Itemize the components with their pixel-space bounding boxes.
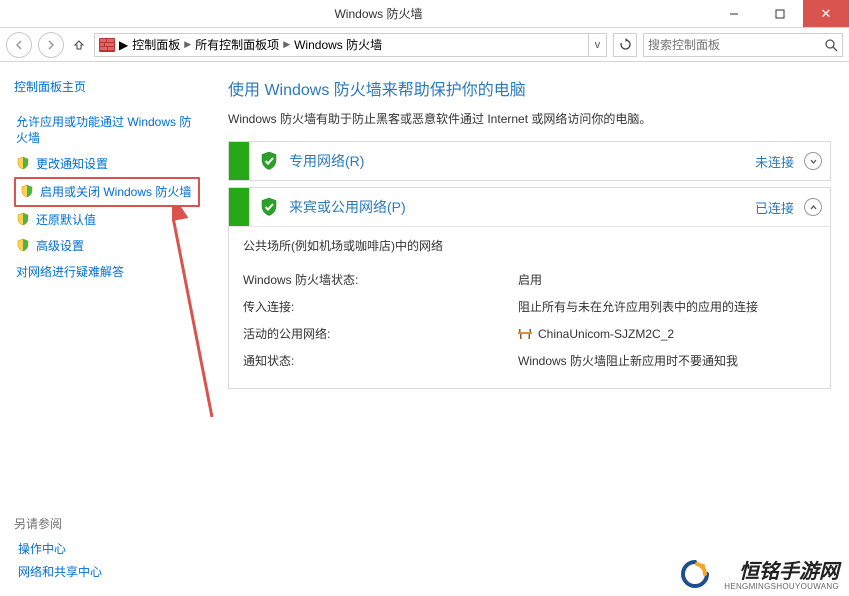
control-panel-home-link[interactable]: 控制面板主页	[14, 78, 200, 95]
row-value: 启用	[518, 271, 816, 288]
row-value-text: ChinaUnicom-SJZM2C_2	[538, 327, 674, 341]
shield-check-icon	[259, 197, 279, 217]
sidebar-item-troubleshoot[interactable]: 对网络进行疑难解答	[14, 259, 200, 285]
firewall-icon	[99, 38, 115, 52]
shield-check-icon	[259, 151, 279, 171]
page-description: Windows 防火墙有助于防止黑客或恶意软件通过 Internet 或网络访问…	[228, 110, 831, 127]
breadcrumb-dropdown-button[interactable]: v	[588, 34, 606, 56]
private-network-header[interactable]: 专用网络(R) 未连接	[229, 142, 830, 180]
shield-icon	[16, 156, 30, 170]
search-icon	[824, 38, 838, 52]
network-status: 未连接	[755, 152, 794, 171]
navbar: ▶ 控制面板 ▶ 所有控制面板项 ▶ Windows 防火墙 v	[0, 28, 849, 62]
sidebar: 控制面板主页 允许应用或功能通过 Windows 防火墙 更改通知设置 启用或关…	[0, 62, 210, 596]
sidebar-item-label: 允许应用或功能通过 Windows 防火墙	[16, 114, 198, 146]
table-row: Windows 防火墙状态: 启用	[243, 266, 816, 293]
shield-icon	[20, 184, 34, 198]
maximize-button[interactable]	[757, 0, 803, 27]
row-value: 阻止所有与未在允许应用列表中的应用的连接	[518, 298, 816, 315]
chevron-up-icon[interactable]	[804, 198, 822, 216]
row-value: ChinaUnicom-SJZM2C_2	[518, 325, 816, 342]
minimize-button[interactable]	[711, 0, 757, 27]
nav-up-button[interactable]	[70, 36, 88, 54]
public-network-section: 来宾或公用网络(P) 已连接 公共场所(例如机场或咖啡店)中的网络 Window…	[228, 187, 831, 389]
sidebar-item-allow-app[interactable]: 允许应用或功能通过 Windows 防火墙	[14, 109, 200, 151]
breadcrumb-seg[interactable]: 控制面板	[132, 36, 180, 53]
network-name: 来宾或公用网络(P)	[289, 197, 755, 217]
sidebar-item-label: 启用或关闭 Windows 防火墙	[40, 184, 191, 200]
breadcrumb-seg[interactable]: Windows 防火墙	[294, 36, 382, 53]
table-row: 通知状态: Windows 防火墙阻止新应用时不要通知我	[243, 347, 816, 374]
network-subtitle: 公共场所(例如机场或咖啡店)中的网络	[243, 237, 816, 254]
row-key: Windows 防火墙状态:	[243, 271, 518, 288]
sidebar-item-label: 对网络进行疑难解答	[16, 264, 124, 280]
watermark: 恒铭手游网 HENGMINGSHOUYOUWANG	[724, 561, 839, 592]
breadcrumb-seg[interactable]: 所有控制面板项	[195, 36, 279, 53]
search-box[interactable]	[643, 33, 843, 57]
window-controls: ✕	[711, 0, 849, 27]
sidebar-item-restore-defaults[interactable]: 还原默认值	[14, 207, 200, 233]
status-stripe	[229, 142, 249, 180]
chevron-down-icon[interactable]	[804, 152, 822, 170]
see-also-network-sharing[interactable]: 网络和共享中心	[18, 563, 200, 580]
nav-forward-button[interactable]	[38, 32, 64, 58]
row-key: 传入连接:	[243, 298, 518, 315]
sidebar-item-advanced-settings[interactable]: 高级设置	[14, 233, 200, 259]
network-status: 已连接	[755, 198, 794, 217]
main-content: 使用 Windows 防火墙来帮助保护你的电脑 Windows 防火墙有助于防止…	[210, 62, 849, 596]
private-network-section: 专用网络(R) 未连接	[228, 141, 831, 181]
table-row: 活动的公用网络: ChinaUnicom-SJZM2C_2	[243, 320, 816, 347]
refresh-button[interactable]	[613, 33, 637, 57]
search-input[interactable]	[648, 38, 824, 52]
breadcrumb-sep: ▶	[184, 39, 191, 50]
breadcrumb: 控制面板 ▶ 所有控制面板项 ▶ Windows 防火墙	[132, 36, 382, 53]
row-value: Windows 防火墙阻止新应用时不要通知我	[518, 352, 816, 369]
breadcrumb-sep: ▶	[119, 38, 128, 52]
watermark-subtext: HENGMINGSHOUYOUWANG	[724, 583, 839, 592]
sidebar-item-label: 高级设置	[36, 238, 84, 254]
see-also-action-center[interactable]: 操作中心	[18, 540, 200, 557]
sidebar-item-label: 更改通知设置	[36, 156, 108, 172]
row-key: 通知状态:	[243, 352, 518, 369]
titlebar: Windows 防火墙 ✕	[0, 0, 849, 28]
row-key: 活动的公用网络:	[243, 325, 518, 342]
shield-icon	[16, 238, 30, 252]
sidebar-item-label: 还原默认值	[36, 212, 96, 228]
network-name: 专用网络(R)	[289, 151, 755, 171]
window-title: Windows 防火墙	[46, 5, 711, 22]
see-also-label: 另请参阅	[14, 515, 200, 532]
breadcrumb-bar[interactable]: ▶ 控制面板 ▶ 所有控制面板项 ▶ Windows 防火墙 v	[94, 33, 607, 57]
watermark-text: 恒铭手游网	[724, 561, 839, 583]
breadcrumb-sep: ▶	[283, 39, 290, 50]
table-row: 传入连接: 阻止所有与未在允许应用列表中的应用的连接	[243, 293, 816, 320]
public-network-details: 公共场所(例如机场或咖啡店)中的网络 Windows 防火墙状态: 启用 传入连…	[229, 226, 830, 388]
shield-icon	[16, 212, 30, 226]
watermark-logo	[679, 558, 711, 590]
bench-icon	[518, 329, 532, 339]
see-also-section: 另请参阅 操作中心 网络和共享中心	[14, 501, 200, 586]
sidebar-item-toggle-firewall[interactable]: 启用或关闭 Windows 防火墙	[14, 177, 200, 207]
close-button[interactable]: ✕	[803, 0, 849, 27]
sidebar-item-change-notification[interactable]: 更改通知设置	[14, 151, 200, 177]
status-stripe	[229, 188, 249, 226]
public-network-header[interactable]: 来宾或公用网络(P) 已连接	[229, 188, 830, 226]
page-title: 使用 Windows 防火墙来帮助保护你的电脑	[228, 76, 831, 100]
nav-back-button[interactable]	[6, 32, 32, 58]
